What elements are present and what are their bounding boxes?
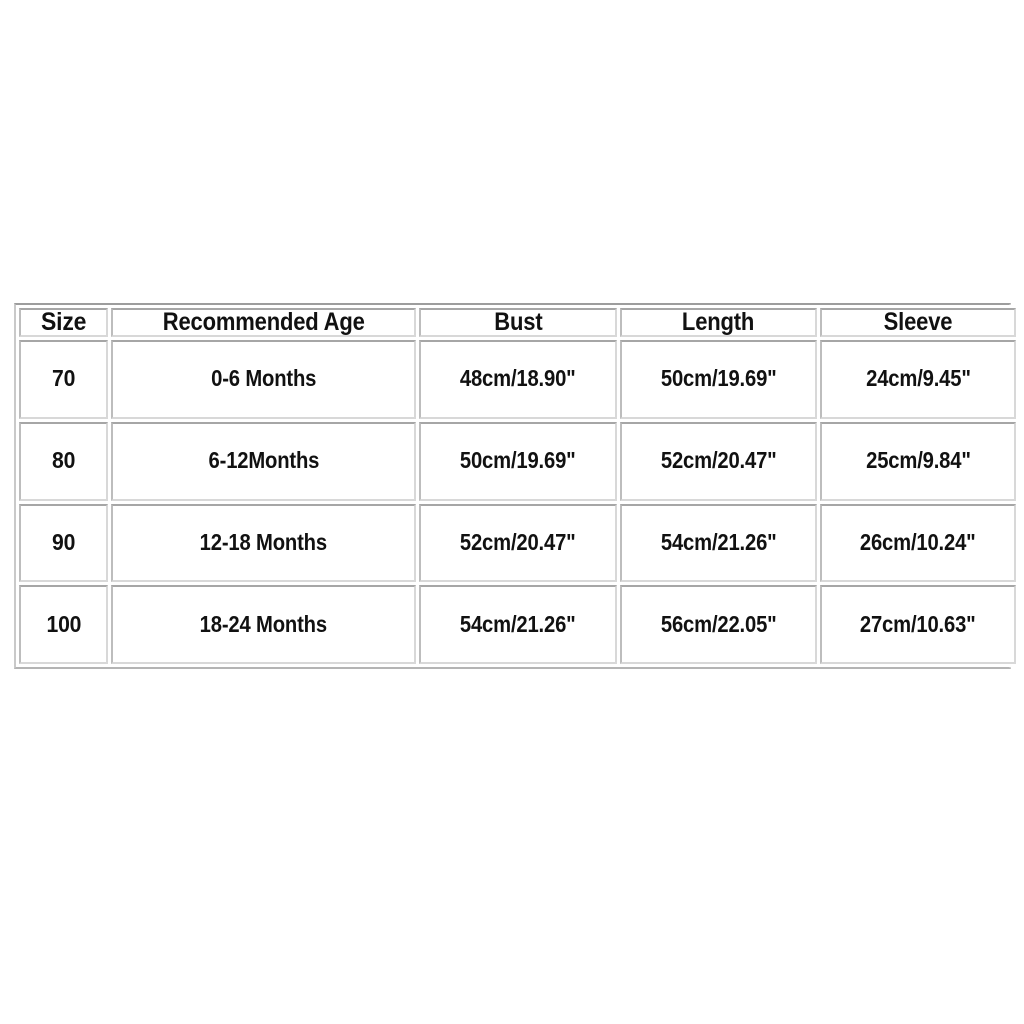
cell-bust-value: 52cm/20.47" (460, 528, 576, 555)
cell-sleeve: 26cm/10.24" (820, 503, 1016, 583)
cell-recommended-age: 6-12Months (111, 421, 416, 501)
cell-recommended-age-value: 0-6 Months (210, 365, 317, 392)
cell-recommended-age-value: 12-18 Months (199, 528, 328, 555)
cell-recommended-age-value: 18-24 Months (199, 610, 328, 637)
table-row: 90 12-18 Months 52cm/20.47" 54cm/21.26" … (19, 503, 1016, 583)
cell-recommended-age: 0-6 Months (111, 340, 416, 419)
cell-length: 56cm/22.05" (620, 585, 817, 664)
cell-size: 80 (19, 421, 108, 501)
column-header-size: Size (19, 308, 108, 337)
cell-bust-value: 50cm/19.69" (460, 447, 576, 474)
table-row: 100 18-24 Months 54cm/21.26" 56cm/22.05"… (19, 585, 1016, 664)
table-header-row: Size Recommended Age Bust Length Sleeve (19, 308, 1016, 337)
cell-size-value: 90 (51, 528, 76, 555)
column-header-length-label: Length (682, 308, 755, 336)
cell-size-value: 100 (46, 610, 81, 637)
size-chart-table-frame: Size Recommended Age Bust Length Sleeve (14, 303, 1019, 669)
size-chart-table: Size Recommended Age Bust Length Sleeve (16, 305, 1019, 667)
cell-recommended-age: 18-24 Months (111, 585, 416, 664)
cell-length: 52cm/20.47" (620, 421, 817, 501)
cell-length: 54cm/21.26" (620, 503, 817, 583)
cell-size: 90 (19, 503, 108, 583)
cell-length: 50cm/19.69" (620, 340, 817, 419)
column-header-size-label: Size (40, 308, 87, 336)
cell-length-value: 54cm/21.26" (660, 528, 777, 555)
cell-length-value: 52cm/20.47" (660, 447, 777, 474)
cell-recommended-age: 12-18 Months (111, 503, 416, 583)
cell-sleeve: 24cm/9.45" (820, 340, 1016, 419)
table-row: 70 0-6 Months 48cm/18.90" 50cm/19.69" 24… (19, 340, 1016, 419)
table-row: 80 6-12Months 50cm/19.69" 52cm/20.47" 25… (19, 421, 1016, 501)
cell-recommended-age-value: 6-12Months (208, 447, 319, 474)
cell-size: 100 (19, 585, 108, 664)
column-header-sleeve: Sleeve (820, 308, 1016, 337)
column-header-recommended-age-label: Recommended Age (162, 308, 365, 336)
cell-size-value: 70 (51, 365, 76, 392)
cell-bust: 50cm/19.69" (419, 421, 617, 501)
cell-sleeve: 27cm/10.63" (820, 585, 1016, 664)
cell-sleeve-value: 24cm/9.45" (865, 365, 971, 392)
cell-sleeve-value: 25cm/9.84" (865, 447, 971, 474)
cell-bust: 54cm/21.26" (419, 585, 617, 664)
column-header-sleeve-label: Sleeve (883, 308, 953, 336)
cell-length-value: 50cm/19.69" (660, 365, 777, 392)
cell-sleeve: 25cm/9.84" (820, 421, 1016, 501)
cell-size-value: 80 (51, 447, 76, 474)
cell-size: 70 (19, 340, 108, 419)
column-header-bust-label: Bust (493, 308, 543, 336)
cell-bust-value: 48cm/18.90" (460, 365, 576, 392)
cell-bust: 52cm/20.47" (419, 503, 617, 583)
cell-length-value: 56cm/22.05" (660, 610, 777, 637)
cell-sleeve-value: 26cm/10.24" (860, 528, 976, 555)
column-header-bust: Bust (419, 308, 617, 337)
column-header-length: Length (620, 308, 817, 337)
cell-bust: 48cm/18.90" (419, 340, 617, 419)
cell-bust-value: 54cm/21.26" (460, 610, 576, 637)
column-header-recommended-age: Recommended Age (111, 308, 416, 337)
cell-sleeve-value: 27cm/10.63" (860, 610, 976, 637)
